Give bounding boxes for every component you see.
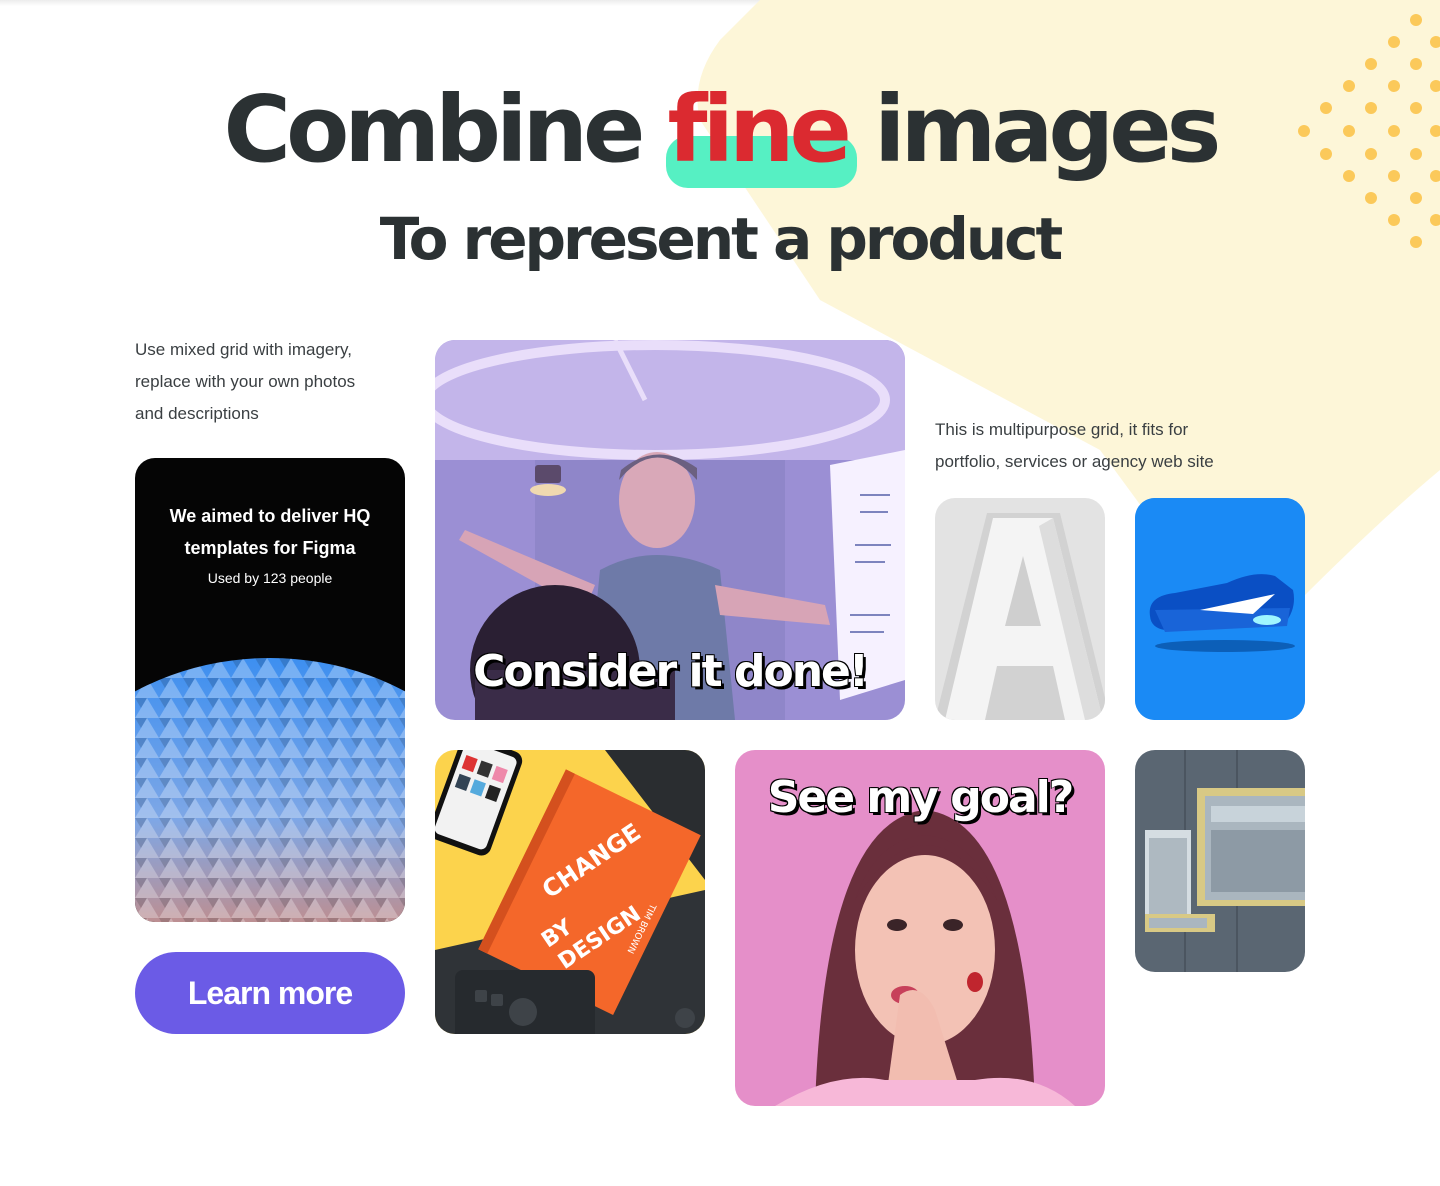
title-word-highlight: fine bbox=[667, 76, 851, 183]
intro-left-line: and descriptions bbox=[135, 404, 259, 423]
feature-card-subtitle: Used by 123 people bbox=[207, 570, 333, 586]
presenter-card[interactable]: Consider it done! bbox=[435, 340, 905, 720]
sneaker-image bbox=[1135, 498, 1305, 720]
building-card[interactable] bbox=[1135, 750, 1305, 972]
woman-card[interactable]: See my goal? bbox=[735, 750, 1105, 1106]
learn-more-button[interactable]: Learn more bbox=[135, 952, 405, 1034]
presenter-overlay-text: Consider it done! bbox=[473, 646, 869, 697]
intro-right-line: This is multipurpose grid, it fits for bbox=[935, 420, 1189, 439]
intro-right-text: This is multipurpose grid, it fits for p… bbox=[935, 414, 1295, 478]
hero-subtitle: To represent a product bbox=[379, 205, 1064, 273]
feature-card-title-line: We aimed to deliver HQ bbox=[169, 506, 371, 526]
woman-overlay-text: See my goal? bbox=[767, 772, 1075, 823]
title-word-images: images bbox=[873, 76, 1221, 183]
hero-title: Combine fine images bbox=[0, 78, 1440, 182]
intro-left-text: Use mixed grid with imagery, replace wit… bbox=[135, 334, 415, 430]
intro-left-line: Use mixed grid with imagery, bbox=[135, 340, 352, 359]
book-image: CHANGE BY DESIGN TIM BROWN bbox=[435, 750, 705, 1034]
feature-card-title: We aimed to deliver HQ templates for Fig… bbox=[135, 500, 405, 564]
feature-card-dome[interactable]: We aimed to deliver HQ templates for Fig… bbox=[135, 458, 405, 922]
shoe-card[interactable] bbox=[1135, 498, 1305, 720]
building-image bbox=[1135, 750, 1305, 972]
letter-a-image bbox=[935, 498, 1105, 720]
title-word-combine: Combine bbox=[223, 76, 646, 183]
feature-card-title-line: templates for Figma bbox=[184, 538, 356, 558]
letter-card[interactable] bbox=[935, 498, 1105, 720]
intro-left-line: replace with your own photos bbox=[135, 372, 356, 391]
book-card[interactable]: CHANGE BY DESIGN TIM BROWN bbox=[435, 750, 705, 1034]
intro-right-line: portfolio, services or agency web site bbox=[935, 452, 1214, 471]
